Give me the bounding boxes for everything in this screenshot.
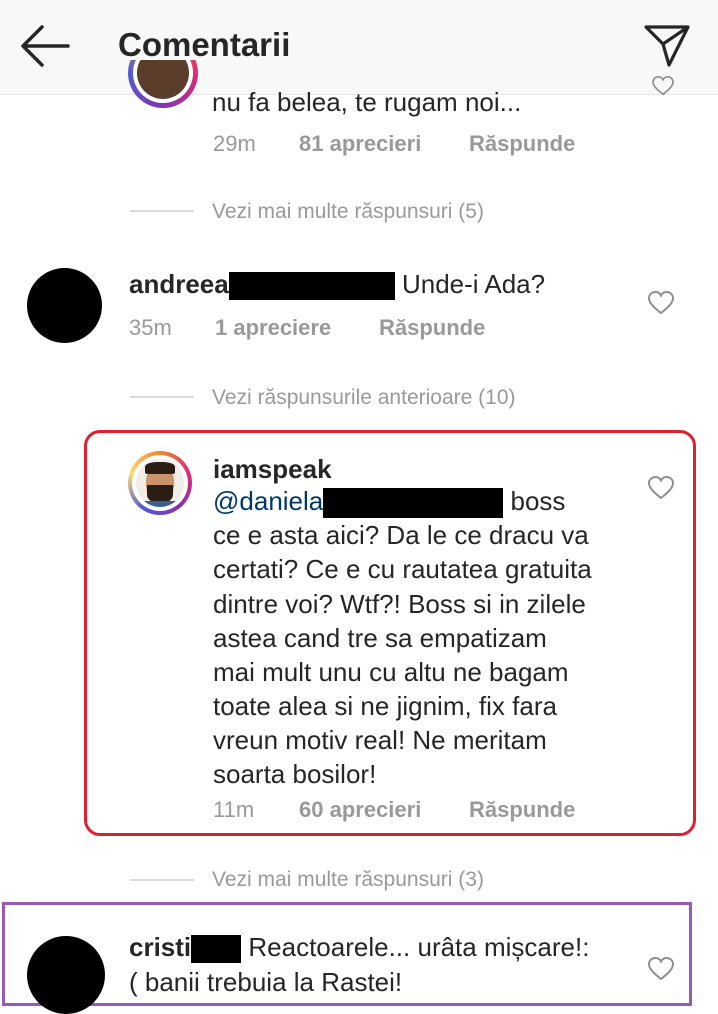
mention-link[interactable]: @daniela	[213, 486, 323, 516]
heart-icon[interactable]	[648, 957, 674, 981]
top-bar	[0, 0, 718, 95]
comment-first-line: @daniela boss	[213, 485, 566, 519]
view-more-replies-link[interactable]: Vezi mai multe răspunsuri (5)	[212, 200, 484, 224]
avatar[interactable]	[128, 60, 198, 108]
comment-line: vreun motiv real! Ne meritam	[213, 725, 547, 755]
send-icon[interactable]	[642, 22, 692, 68]
heart-icon[interactable]	[650, 76, 676, 96]
comment-text: Unde-i Ada?	[401, 269, 546, 299]
comment-text: nu fa belea, te rugam noi...	[212, 87, 522, 117]
likes-count[interactable]: 1 apreciere	[215, 315, 331, 341]
divider	[130, 396, 194, 398]
comment-time: 29m	[213, 131, 256, 156]
avatar[interactable]	[27, 268, 102, 343]
comment-time: 11m	[213, 797, 255, 822]
comment-line: dintre voi? Wtf?! Boss si in zilele	[213, 589, 586, 619]
comment-line: ( banii trebuia la Rastei!	[129, 967, 403, 997]
page-title: Comentarii	[118, 26, 291, 63]
comment-line: certati? Ce e cu rautatea gratuita	[213, 554, 592, 584]
comment-time: 35m	[129, 315, 172, 340]
back-arrow-icon[interactable]	[18, 20, 74, 72]
reply-button[interactable]: Răspunde	[469, 131, 575, 157]
comment-line: ce e asta aici? Da le ce dracu va	[213, 520, 589, 550]
comment-line: andreea Unde-i Ada?	[129, 268, 545, 301]
comment-line: astea cand tre sa empatizam	[213, 623, 547, 653]
comment-line: mai mult unu cu altu ne bagam	[213, 657, 569, 687]
username[interactable]: iamspeak	[213, 453, 332, 486]
likes-count[interactable]: 60 aprecieri	[299, 797, 421, 823]
username[interactable]: cristi	[129, 932, 191, 962]
comment-line: cristi Reactoarele... urâta mișcare!:	[129, 931, 589, 964]
redaction-bar	[323, 488, 504, 519]
reply-button[interactable]: Răspunde	[469, 797, 575, 823]
comment-line: soarta bosilor!	[213, 759, 377, 789]
redaction-bar	[191, 935, 242, 964]
heart-icon[interactable]	[648, 291, 674, 315]
comment-line: toate alea si ne jignim, fix fara	[213, 691, 557, 721]
username[interactable]: andreea	[129, 269, 229, 299]
reply-button[interactable]: Răspunde	[379, 315, 485, 341]
divider	[130, 879, 194, 881]
likes-count[interactable]: 81 aprecieri	[299, 131, 421, 157]
avatar[interactable]	[128, 451, 192, 515]
view-more-replies-link[interactable]: Vezi mai multe răspunsuri (3)	[212, 868, 484, 892]
comment-line: boss	[510, 486, 566, 516]
comment-text: Reactoarele... urâta mișcare!:	[248, 932, 590, 962]
divider	[130, 210, 194, 212]
heart-icon[interactable]	[648, 476, 674, 500]
view-previous-replies-link[interactable]: Vezi răspunsurile anterioare (10)	[212, 386, 516, 410]
avatar[interactable]	[27, 936, 105, 1014]
redaction-bar	[228, 272, 395, 301]
